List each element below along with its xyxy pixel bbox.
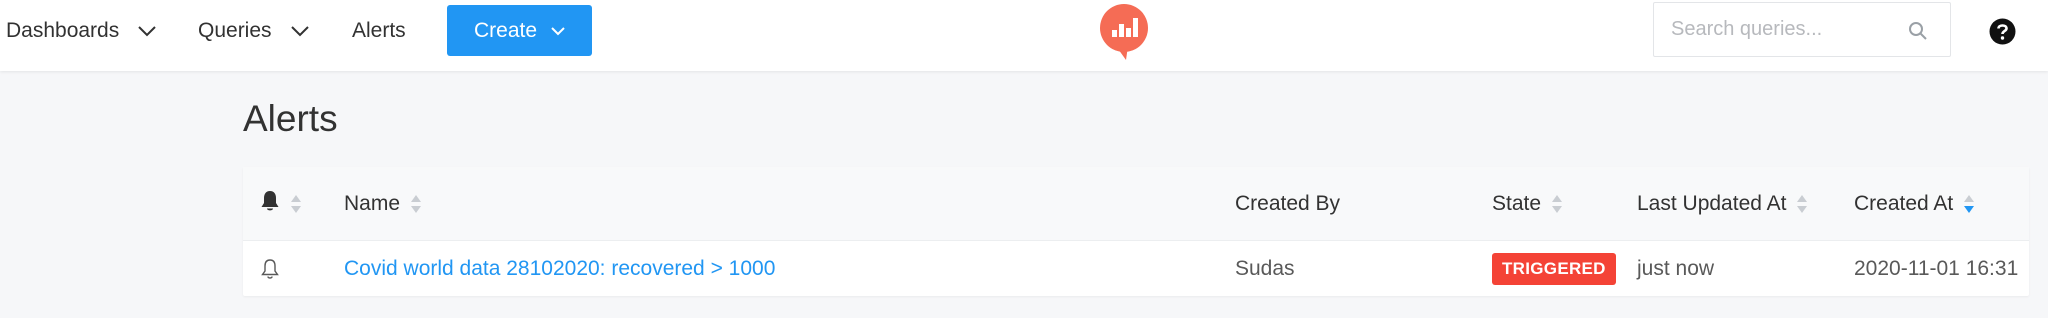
alert-name-cell: Covid world data 28102020: recovered > 1… — [344, 241, 775, 296]
alerts-table: Name Created By State Last Updated At Cr… — [243, 167, 2029, 296]
sort-icon[interactable] — [410, 193, 422, 215]
column-header-last-updated-at-label: Last Updated At — [1637, 192, 1787, 215]
create-button-label: Create — [473, 18, 538, 42]
column-header-created-by-label: Created By — [1235, 192, 1341, 215]
column-header-created-at[interactable]: Created At — [1854, 167, 1975, 241]
column-header-created-by: Created By — [1235, 167, 1340, 241]
search-box — [1653, 2, 1951, 57]
state-cell: TRIGGERED — [1492, 241, 1616, 296]
chevron-down-icon — [290, 21, 310, 41]
page-title: Alerts — [243, 98, 338, 139]
table-header: Name Created By State Last Updated At Cr… — [243, 167, 2029, 241]
column-header-muted[interactable] — [260, 167, 302, 241]
nav-dashboards-menu[interactable]: Dashboards — [6, 0, 157, 62]
nav-queries-label: Queries — [198, 19, 272, 42]
search-icon[interactable] — [1908, 21, 1928, 41]
nav-alerts-label: Alerts — [352, 19, 406, 42]
nav-dashboards-label: Dashboards — [6, 19, 120, 42]
column-header-state-label: State — [1492, 192, 1542, 215]
table-row[interactable]: Covid world data 28102020: recovered > 1… — [243, 241, 2029, 296]
sort-icon[interactable] — [290, 193, 302, 215]
status-badge: TRIGGERED — [1492, 252, 1616, 285]
chevron-down-icon — [137, 21, 157, 41]
chevron-down-icon — [551, 26, 565, 36]
sort-icon[interactable] — [1551, 193, 1563, 215]
nav-queries-menu[interactable]: Queries — [198, 0, 310, 62]
column-header-created-at-label: Created At — [1854, 192, 1954, 215]
column-header-last-updated-at[interactable]: Last Updated At — [1637, 167, 1808, 241]
created-at-cell: 2020-11-01 16:31 — [1854, 256, 2019, 280]
help-icon[interactable] — [1989, 18, 2016, 45]
sort-icon[interactable] — [1796, 193, 1808, 215]
created-by-cell: Sudas — [1235, 256, 1295, 280]
column-header-name[interactable]: Name — [344, 167, 422, 241]
top-navbar: Dashboards Queries Alerts Create — [0, 0, 2048, 71]
nav-alerts-link[interactable]: Alerts — [352, 0, 406, 62]
column-header-state[interactable]: State — [1492, 167, 1563, 241]
redash-logo-icon[interactable] — [1098, 2, 1150, 60]
last-updated-at-cell: just now — [1637, 256, 1715, 280]
column-header-name-label: Name — [344, 192, 401, 215]
bell-icon — [260, 190, 280, 218]
bell-outline-icon — [260, 241, 280, 296]
search-input[interactable] — [1671, 18, 1901, 41]
alert-name-link[interactable]: Covid world data 28102020: recovered > 1… — [344, 257, 775, 281]
sort-descending-icon[interactable] — [1963, 193, 1975, 215]
create-button[interactable]: Create — [447, 5, 592, 56]
